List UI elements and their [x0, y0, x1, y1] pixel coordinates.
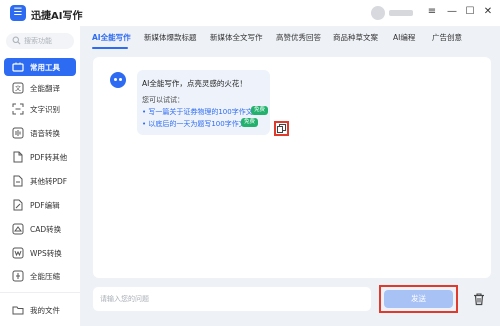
tab-top-answers[interactable]: 高赞优秀回答 [276, 32, 321, 43]
sidebar-item-other-to-pdf[interactable]: 其他转PDF [4, 172, 76, 190]
toolbox-icon [12, 62, 24, 72]
menu-button[interactable]: ≡ [424, 4, 440, 20]
cad-icon [12, 223, 24, 235]
sidebar-item-compress[interactable]: 全能压缩 [4, 267, 76, 285]
suggestion-link[interactable]: • 以底后的一天为题写100字作文 [142, 119, 246, 129]
sidebar-item-label: CAD转换 [30, 225, 62, 234]
sidebar-item-label: 常用工具 [30, 63, 60, 72]
sidebar-item-ocr[interactable]: 文字识别 [4, 100, 76, 118]
my-files-button[interactable]: 我的文件 [4, 300, 76, 320]
suggestion-link[interactable]: • 写一篇关于证券物理的100字作文 [142, 107, 253, 117]
free-badge: 免费 [241, 118, 259, 127]
search-placeholder: 搜索功能 [24, 37, 52, 45]
folder-icon [12, 306, 24, 315]
voice-icon [12, 127, 24, 139]
title-bar: ☰ 迅捷AI写作 ≡ — ☐ ✕ [0, 0, 500, 26]
copy-icon[interactable] [274, 121, 289, 136]
sidebar: 搜索功能 常用工具 文 全能翻译 文字识别 语音转换 PDF转其他 其他转PDF… [0, 26, 80, 326]
send-button[interactable]: 发送 [384, 290, 453, 308]
tab-ai-writing[interactable]: AI全能写作 [92, 32, 131, 43]
tab-new-media-title[interactable]: 新媒体爆款标题 [144, 32, 197, 43]
sidebar-item-common-tools[interactable]: 常用工具 [4, 58, 76, 76]
user-account[interactable] [371, 6, 415, 20]
maximize-button[interactable]: ☐ [462, 4, 478, 20]
my-files-label: 我的文件 [30, 306, 60, 315]
pdf-convert-icon [13, 151, 23, 163]
sidebar-item-cad[interactable]: CAD转换 [4, 220, 76, 238]
trash-icon[interactable] [472, 292, 486, 306]
sidebar-item-pdf-edit[interactable]: PDF编辑 [4, 196, 76, 214]
text-scan-icon [12, 103, 24, 115]
active-tab-indicator [92, 47, 128, 49]
sidebar-item-label: WPS转换 [30, 249, 62, 258]
to-pdf-icon [13, 175, 23, 187]
sidebar-item-voice[interactable]: 语音转换 [4, 124, 76, 142]
tab-ad-creative[interactable]: 广告创意 [432, 32, 462, 43]
user-name-redacted [389, 10, 413, 16]
app-title: 迅捷AI写作 [31, 11, 83, 22]
sidebar-item-label: 文字识别 [30, 105, 60, 114]
sidebar-item-label: PDF编辑 [30, 201, 60, 210]
sidebar-item-label: 语音转换 [30, 129, 60, 138]
tab-bar: AI全能写作 新媒体爆款标题 新媒体全文写作 高赞优秀回答 商品种草文案 AI编… [80, 26, 500, 50]
tab-product-copy[interactable]: 商品种草文案 [333, 32, 378, 43]
sidebar-item-translate[interactable]: 文 全能翻译 [4, 79, 76, 97]
pdf-edit-icon [13, 199, 23, 211]
tab-ai-programming[interactable]: AI编程 [393, 32, 415, 43]
sidebar-item-label: 全能翻译 [30, 84, 60, 93]
free-badge: 免费 [251, 106, 269, 115]
app-logo-icon: ☰ [10, 5, 26, 21]
sidebar-item-label: PDF转其他 [30, 153, 68, 162]
welcome-message: AI全能写作，点亮灵感的火花！ 您可以试试： • 写一篇关于证券物理的100字作… [137, 70, 270, 135]
tab-new-media-fulltext[interactable]: 新媒体全文写作 [210, 32, 263, 43]
sidebar-item-label: 全能压缩 [30, 272, 60, 281]
avatar[interactable] [371, 6, 385, 20]
greeting-text: AI全能写作，点亮灵感的火花！ [142, 79, 247, 88]
compress-icon [12, 270, 24, 282]
close-button[interactable]: ✕ [480, 4, 496, 20]
question-input-box[interactable] [93, 287, 371, 311]
ai-bot-icon [110, 72, 126, 88]
search-icon [12, 36, 21, 45]
svg-text:文: 文 [15, 85, 21, 93]
minimize-button[interactable]: — [444, 4, 460, 20]
question-input[interactable] [93, 287, 371, 311]
sidebar-footer: 我的文件 [0, 292, 80, 326]
search-input[interactable]: 搜索功能 [6, 33, 74, 49]
sidebar-item-pdf-to-other[interactable]: PDF转其他 [4, 148, 76, 166]
translate-icon: 文 [12, 82, 24, 94]
chat-panel: AI全能写作，点亮灵感的火花！ 您可以试试： • 写一篇关于证券物理的100字作… [93, 57, 491, 278]
sidebar-item-label: 其他转PDF [30, 177, 68, 186]
try-label: 您可以试试： [142, 96, 184, 104]
sidebar-item-wps[interactable]: WPS转换 [4, 244, 76, 262]
send-highlight: 发送 [379, 285, 458, 313]
wps-icon [12, 247, 24, 259]
